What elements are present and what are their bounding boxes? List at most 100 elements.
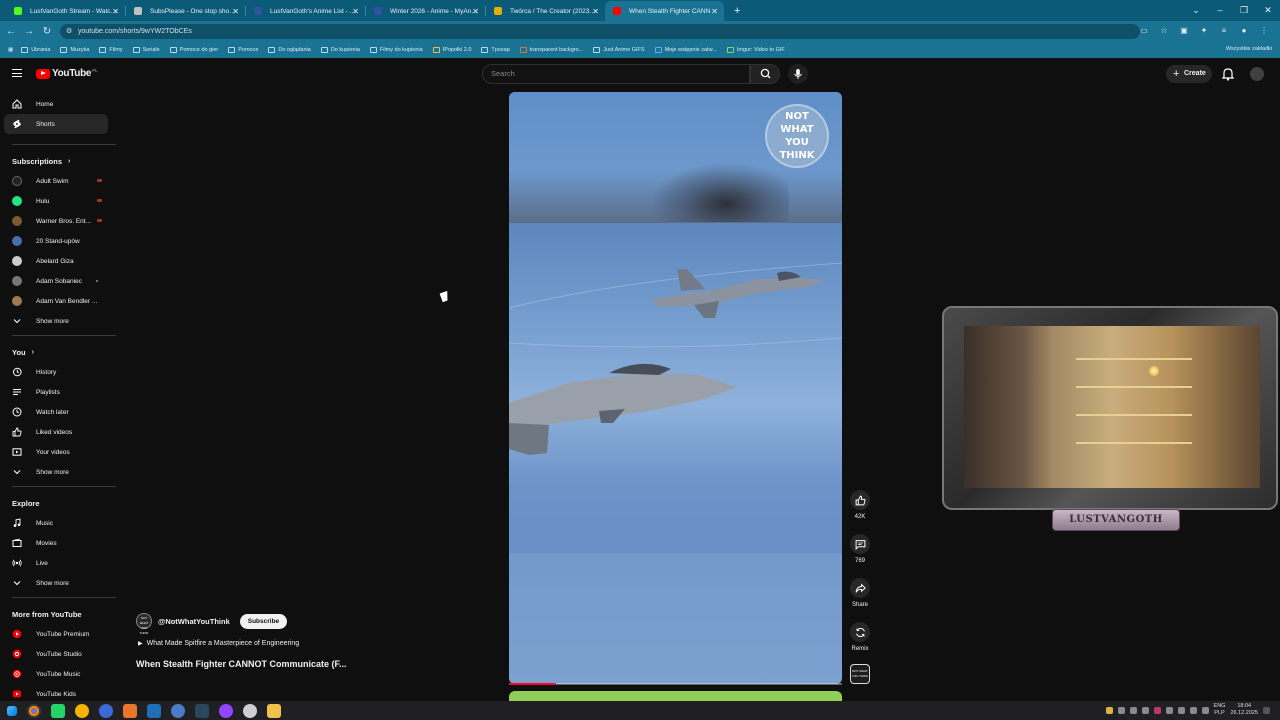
app-icon[interactable]	[123, 703, 137, 718]
start-menu-icon[interactable]	[7, 705, 17, 716]
clock[interactable]: 18:04 26.12.2025	[1230, 703, 1258, 717]
browser-tab[interactable]: SubsPlease - One stop shop fo ✕	[126, 1, 245, 21]
next-short-preview[interactable]	[509, 691, 842, 701]
volume-icon[interactable]	[1201, 706, 1209, 714]
like-action[interactable]: 42K	[846, 490, 874, 520]
notifications-bell-icon[interactable]	[1222, 67, 1234, 81]
steam-icon[interactable]	[195, 703, 209, 718]
address-bar[interactable]: ⚙ youtube.com/shorts/9wYW2TObCEs	[60, 24, 1140, 39]
network-icon[interactable]	[1189, 706, 1197, 714]
tab-close-icon[interactable]: ✕	[352, 7, 359, 16]
back-button[interactable]: ←	[2, 26, 20, 37]
site-info-icon[interactable]: ⚙	[66, 24, 72, 39]
sidebar-item-your-videos[interactable]: Your videos	[0, 442, 116, 462]
audio-source-thumbnail[interactable]: NOT WHAT YOU THINK	[850, 664, 870, 684]
remix-action[interactable]: Remix	[846, 622, 874, 652]
thumbs-up-icon[interactable]	[850, 490, 870, 510]
sidebar-item-playlists[interactable]: Playlists	[0, 382, 116, 402]
channel-avatar[interactable]: NOT WHAT YOU THINK	[136, 613, 152, 635]
tray-icon[interactable]	[1165, 706, 1173, 714]
tab-search-icon[interactable]: ⌄	[1184, 0, 1208, 21]
sidebar-item-channel[interactable]: Adam Sobaniec	[0, 271, 116, 291]
tab-close-icon[interactable]: ✕	[232, 7, 239, 16]
browser-tab[interactable]: Twórca / The Creator (2023) - F ✕	[486, 1, 605, 21]
bookmark-link[interactable]: Imgur: Video to GIF	[726, 47, 785, 53]
comment-icon[interactable]	[850, 534, 870, 554]
tab-close-icon[interactable]: ✕	[472, 7, 479, 16]
sidebar-item-home[interactable]: Home	[0, 94, 116, 114]
reload-button[interactable]: ↻	[38, 26, 56, 37]
sidebar-item-youtube-studio[interactable]: YouTube Studio	[0, 644, 116, 664]
bookmark-link[interactable]: IPopołki 2.0	[432, 47, 471, 53]
sidebar-item-channel[interactable]: Abelard Giza	[0, 251, 116, 271]
tab-close-icon[interactable]: ✕	[592, 7, 599, 16]
bookmark-folder[interactable]: Filmy	[99, 47, 123, 53]
extension-icon[interactable]: ▣	[1178, 24, 1190, 38]
channel-name-link[interactable]: @NotWhatYouThink	[158, 617, 230, 626]
bookmark-folder[interactable]: Ubrania	[21, 47, 50, 53]
sidebar-item-channel[interactable]: Hulu	[0, 191, 116, 211]
subscribe-button[interactable]: Subscribe	[239, 613, 288, 629]
profile-icon[interactable]: ●	[1238, 24, 1250, 38]
notifications-icon[interactable]	[1263, 706, 1270, 714]
bookmark-link[interactable]: Tpxeap	[481, 47, 510, 53]
media-control-icon[interactable]: ≡	[1218, 24, 1230, 38]
you-header[interactable]: You ›	[0, 342, 116, 362]
hamburger-menu-icon[interactable]	[12, 69, 22, 77]
tab-close-icon[interactable]: ✕	[711, 7, 718, 16]
chrome-icon[interactable]	[27, 703, 41, 718]
sidebar-item-channel[interactable]: Warner Bros. Ent...	[0, 211, 116, 231]
bookmark-link[interactable]: transparent backgro...	[519, 47, 583, 53]
browser-tab[interactable]: LustVanGoth's Anime List - My ✕	[246, 1, 365, 21]
bookmark-folder[interactable]: Filmy do kupienia	[369, 47, 423, 53]
explore-show-more[interactable]: Show more	[0, 573, 116, 593]
sidebar-item-live[interactable]: Live	[0, 553, 116, 573]
forward-button[interactable]: →	[20, 26, 38, 37]
sidebar-item-movies[interactable]: Movies	[0, 533, 116, 553]
bookmark-folder[interactable]: Muzyka	[60, 47, 89, 53]
app-icon[interactable]	[75, 703, 89, 718]
browser-tab-active[interactable]: When Stealth Fighter CANN ✕	[605, 1, 724, 21]
sidebar-item-youtube-premium[interactable]: YouTube Premium	[0, 624, 116, 644]
bookmark-folder[interactable]: Do kupienia	[320, 47, 360, 53]
bookmark-star-icon[interactable]: ☆	[1158, 24, 1170, 38]
share-icon[interactable]	[850, 578, 870, 598]
tray-icon[interactable]	[1177, 706, 1185, 714]
tray-icon[interactable]	[1105, 706, 1113, 714]
sidebar-item-music[interactable]: Music	[0, 513, 116, 533]
cast-icon[interactable]: ▭	[1138, 24, 1150, 38]
app-icon[interactable]	[171, 703, 185, 718]
create-button[interactable]: + Create	[1166, 65, 1212, 83]
share-action[interactable]: Share	[846, 578, 874, 608]
bookmark-link[interactable]: Moje wstępnie zatw...	[654, 47, 717, 53]
app-icon[interactable]	[99, 703, 113, 718]
subscriptions-show-more[interactable]: Show more	[0, 311, 116, 331]
bookmark-link[interactable]: Just Anime GIFS	[593, 47, 645, 53]
video-progress-bar[interactable]	[509, 683, 842, 685]
app-icon[interactable]	[51, 703, 65, 718]
app-icon[interactable]	[243, 703, 257, 718]
youtube-logo[interactable]: YouTube PL	[36, 68, 98, 79]
sidebar-item-history[interactable]: History	[0, 362, 116, 382]
related-video-link[interactable]: ▶ What Made Spitfire a Masterpiece of En…	[138, 640, 299, 647]
minimize-button[interactable]: –	[1208, 0, 1232, 21]
browser-tab[interactable]: Winter 2026 - Anime - MyAnim ✕	[366, 1, 485, 21]
bookmark-folder[interactable]: Seriale	[132, 47, 160, 53]
language-indicator[interactable]: ENG PLP	[1214, 703, 1226, 717]
tray-icon[interactable]	[1153, 706, 1161, 714]
apps-icon[interactable]: ▦	[8, 47, 13, 53]
comments-action[interactable]: 769	[846, 534, 874, 564]
close-window-button[interactable]: ✕	[1256, 0, 1280, 21]
account-avatar[interactable]	[1250, 67, 1264, 81]
menu-icon[interactable]: ⋮	[1258, 24, 1270, 38]
voice-search-button[interactable]	[788, 64, 808, 84]
you-show-more[interactable]: Show more	[0, 462, 116, 482]
app-icon[interactable]	[147, 703, 161, 718]
sidebar-item-channel[interactable]: Adult Swim	[0, 171, 116, 191]
file-explorer-icon[interactable]	[267, 703, 281, 718]
bookmark-folder[interactable]: Pomoce do gier	[169, 47, 218, 53]
search-button[interactable]	[750, 64, 780, 84]
app-icon[interactable]	[219, 703, 233, 718]
sidebar-item-channel[interactable]: 20 Stand-upów	[0, 231, 116, 251]
bookmark-folder[interactable]: Pomoce	[228, 47, 258, 53]
